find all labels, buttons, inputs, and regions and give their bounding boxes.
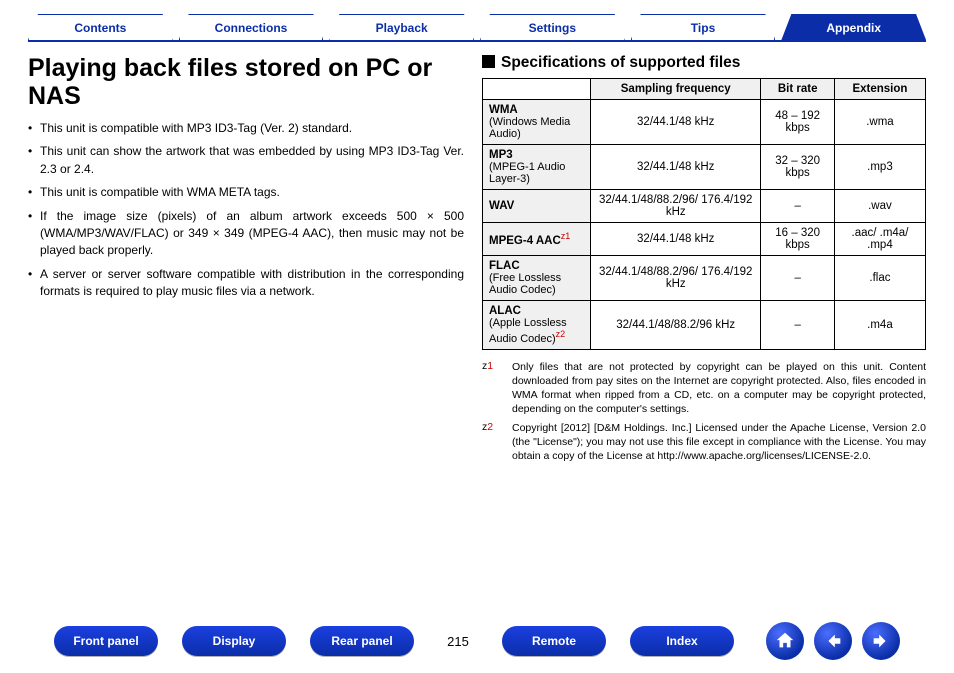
format-cell: WAV — [483, 190, 591, 223]
list-item: This unit is compatible with MP3 ID3-Tag… — [28, 120, 464, 137]
format-cell: FLAC(Free Lossless Audio Codec) — [483, 256, 591, 301]
table-header-row: Sampling frequency Bit rate Extension — [483, 79, 926, 100]
table-row: MP3(MPEG-1 Audio Layer-3) 32/44.1/48 kHz… — [483, 145, 926, 190]
table-row: ALAC(Apple Lossless Audio Codec)z2 32/44… — [483, 301, 926, 350]
rear-panel-button[interactable]: Rear panel — [310, 626, 414, 656]
footnotes: z1 Only files that are not protected by … — [482, 360, 926, 463]
format-cell: MP3(MPEG-1 Audio Layer-3) — [483, 145, 591, 190]
format-cell: WMA(Windows Media Audio) — [483, 100, 591, 145]
square-bullet-icon — [482, 55, 495, 68]
list-item: This unit can show the artwork that was … — [28, 143, 464, 178]
bottom-nav: Front panel Display Rear panel 215 Remot… — [0, 621, 954, 661]
bitrate-cell: – — [761, 301, 834, 350]
ext-cell: .aac/ .m4a/ .mp4 — [834, 223, 925, 256]
ext-cell: .m4a — [834, 301, 925, 350]
footnote-text: Only files that are not protected by cop… — [512, 360, 926, 417]
freq-cell: 32/44.1/48/88.2/96/ 176.4/192 kHz — [591, 256, 761, 301]
format-cell: ALAC(Apple Lossless Audio Codec)z2 — [483, 301, 591, 350]
index-button[interactable]: Index — [630, 626, 734, 656]
front-panel-button[interactable]: Front panel — [54, 626, 158, 656]
footnote-text: Copyright [2012] [D&M Holdings. Inc.] Li… — [512, 421, 926, 464]
tab-connections[interactable]: Connections — [179, 14, 324, 40]
feature-list: This unit is compatible with MP3 ID3-Tag… — [28, 120, 464, 301]
page-number: 215 — [438, 634, 478, 649]
prev-button[interactable] — [814, 622, 852, 660]
freq-cell: 32/44.1/48 kHz — [591, 100, 761, 145]
bitrate-cell: – — [761, 256, 834, 301]
table-header: Sampling frequency — [591, 79, 761, 100]
right-column: Specifications of supported files Sampli… — [482, 50, 926, 467]
list-item: This unit is compatible with WMA META ta… — [28, 184, 464, 201]
left-column: Playing back files stored on PC or NAS T… — [28, 50, 464, 467]
nav-circle-set — [766, 622, 900, 660]
ext-cell: .wav — [834, 190, 925, 223]
remote-button[interactable]: Remote — [502, 626, 606, 656]
bitrate-cell: 32 – 320 kbps — [761, 145, 834, 190]
page: Contents Connections Playback Settings T… — [0, 0, 954, 673]
ext-cell: .flac — [834, 256, 925, 301]
footnote-mark: z1 — [482, 360, 504, 417]
ext-cell: .mp3 — [834, 145, 925, 190]
tab-appendix[interactable]: Appendix — [781, 14, 926, 40]
bitrate-cell: – — [761, 190, 834, 223]
page-title: Playing back files stored on PC or NAS — [28, 54, 464, 110]
bitrate-cell: 48 – 192 kbps — [761, 100, 834, 145]
table-row: FLAC(Free Lossless Audio Codec) 32/44.1/… — [483, 256, 926, 301]
list-item: A server or server software compatible w… — [28, 266, 464, 301]
home-icon — [774, 630, 796, 652]
freq-cell: 32/44.1/48/88.2/96 kHz — [591, 301, 761, 350]
section-title-text: Specifications of supported files — [501, 54, 740, 71]
table-header: Extension — [834, 79, 925, 100]
footnote: z1 Only files that are not protected by … — [482, 360, 926, 417]
footnote-mark: z2 — [482, 421, 504, 464]
top-tabs: Contents Connections Playback Settings T… — [28, 14, 926, 42]
tab-contents[interactable]: Contents — [28, 14, 173, 40]
footnote: z2 Copyright [2012] [D&M Holdings. Inc.]… — [482, 421, 926, 464]
main-content: Playing back files stored on PC or NAS T… — [28, 50, 926, 467]
table-row: WMA(Windows Media Audio) 32/44.1/48 kHz … — [483, 100, 926, 145]
bitrate-cell: 16 – 320 kbps — [761, 223, 834, 256]
format-cell: MPEG-4 AACz1 — [483, 223, 591, 256]
table-row: MPEG-4 AACz1 32/44.1/48 kHz 16 – 320 kbp… — [483, 223, 926, 256]
tab-tips[interactable]: Tips — [631, 14, 776, 40]
next-button[interactable] — [862, 622, 900, 660]
list-item: If the image size (pixels) of an album a… — [28, 208, 464, 260]
freq-cell: 32/44.1/48/88.2/96/ 176.4/192 kHz — [591, 190, 761, 223]
freq-cell: 32/44.1/48 kHz — [591, 145, 761, 190]
table-header: Bit rate — [761, 79, 834, 100]
freq-cell: 32/44.1/48 kHz — [591, 223, 761, 256]
table-header-empty — [483, 79, 591, 100]
home-button[interactable] — [766, 622, 804, 660]
arrow-left-icon — [822, 630, 844, 652]
spec-table: Sampling frequency Bit rate Extension WM… — [482, 78, 926, 350]
display-button[interactable]: Display — [182, 626, 286, 656]
tab-settings[interactable]: Settings — [480, 14, 625, 40]
section-title: Specifications of supported files — [482, 54, 926, 72]
arrow-right-icon — [870, 630, 892, 652]
table-row: WAV 32/44.1/48/88.2/96/ 176.4/192 kHz – … — [483, 190, 926, 223]
ext-cell: .wma — [834, 100, 925, 145]
tab-playback[interactable]: Playback — [329, 14, 474, 40]
